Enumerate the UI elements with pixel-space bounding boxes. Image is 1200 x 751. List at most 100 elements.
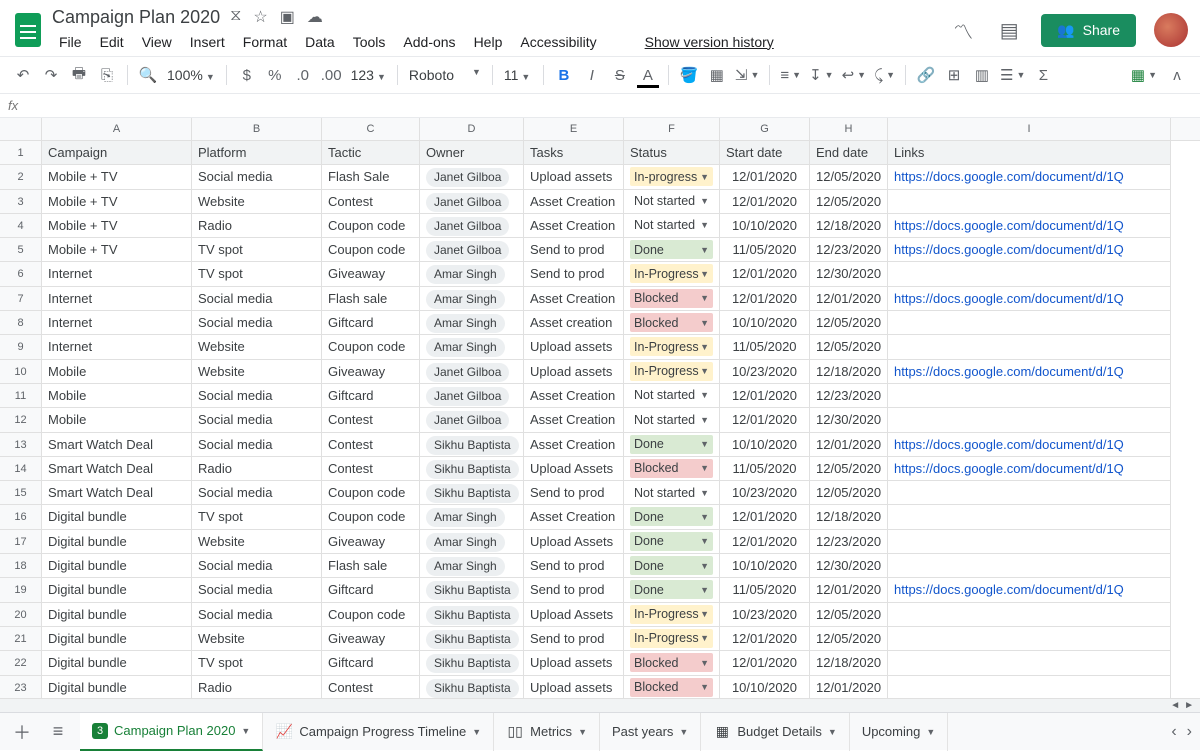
valign-button[interactable]: ↧▼ [806, 62, 837, 88]
col-header-F[interactable]: F [624, 118, 720, 140]
status-select[interactable]: Not started▼ [630, 192, 713, 211]
cell[interactable]: 12/18/2020 [810, 651, 888, 675]
cell[interactable]: Contest [322, 408, 420, 432]
cell[interactable]: Giveaway [322, 262, 420, 286]
cell[interactable]: Blocked▼ [624, 676, 720, 699]
chart-button[interactable]: ▥ [969, 62, 995, 88]
owner-chip[interactable]: Amar Singh [426, 533, 505, 552]
comment-button[interactable]: ⊞ [941, 62, 967, 88]
owner-chip[interactable]: Janet Gilboa [426, 193, 509, 212]
cell[interactable] [888, 530, 1171, 554]
status-select[interactable]: Done▼ [630, 240, 713, 259]
cell[interactable]: 12/01/2020 [720, 262, 810, 286]
cell[interactable]: Done▼ [624, 238, 720, 262]
share-button[interactable]: 👥 Share [1041, 14, 1136, 47]
cell[interactable]: Digital bundle [42, 676, 192, 699]
star-icon[interactable]: ☆ [253, 7, 267, 27]
cell[interactable]: https://docs.google.com/document/d/1Q [888, 457, 1171, 481]
cell[interactable]: Flash sale [322, 287, 420, 311]
menu-edit[interactable]: Edit [93, 30, 131, 54]
cell[interactable]: Giftcard [322, 578, 420, 602]
cell[interactable]: Sikhu Baptista [420, 676, 524, 699]
cell[interactable]: 12/01/2020 [720, 384, 810, 408]
cell[interactable]: 10/10/2020 [720, 214, 810, 238]
cell[interactable]: 10/10/2020 [720, 311, 810, 335]
cell[interactable]: In-Progress▼ [624, 262, 720, 286]
status-select[interactable]: Done▼ [630, 580, 713, 599]
cell[interactable] [888, 676, 1171, 699]
cell[interactable]: 10/23/2020 [720, 481, 810, 505]
cell[interactable]: Smart Watch Deal [42, 433, 192, 457]
menu-help[interactable]: Help [467, 30, 510, 54]
increase-decimal-button[interactable]: .00 [318, 62, 345, 88]
cell[interactable]: Amar Singh [420, 311, 524, 335]
cell[interactable]: Send to prod [524, 238, 624, 262]
cell[interactable]: Website [192, 335, 322, 359]
status-select[interactable]: Blocked▼ [630, 653, 713, 672]
row-header[interactable]: 9 [0, 335, 42, 359]
all-sheets-button[interactable]: ≡ [44, 718, 72, 746]
cell[interactable]: Asset creation [524, 311, 624, 335]
cell[interactable]: Not started▼ [624, 384, 720, 408]
fill-color-button[interactable]: 🪣 [676, 62, 702, 88]
cell[interactable]: Janet Gilboa [420, 214, 524, 238]
cell[interactable]: Upload Assets [524, 603, 624, 627]
cell[interactable]: Upload assets [524, 165, 624, 189]
row-header[interactable]: 19 [0, 578, 42, 602]
status-select[interactable]: In-Progress▼ [630, 605, 713, 624]
bold-button[interactable]: B [551, 62, 577, 88]
owner-chip[interactable]: Sikhu Baptista [426, 630, 519, 649]
status-select[interactable]: Done▼ [630, 435, 713, 454]
number-format-select[interactable]: 123▼ [347, 65, 390, 85]
add-sheet-button[interactable]: ＋ [8, 718, 36, 746]
sheet-tab[interactable]: 3Campaign Plan 2020▼ [80, 713, 263, 751]
col-header-E[interactable]: E [524, 118, 624, 140]
owner-chip[interactable]: Amar Singh [426, 314, 505, 333]
cell[interactable]: 10/10/2020 [720, 554, 810, 578]
undo-button[interactable]: ↶ [10, 62, 36, 88]
cell[interactable]: End date [810, 141, 888, 165]
italic-button[interactable]: I [579, 62, 605, 88]
sheet-next-button[interactable]: › [1187, 723, 1192, 741]
cell[interactable]: Done▼ [624, 578, 720, 602]
cell[interactable]: Mobile + TV [42, 165, 192, 189]
cell[interactable]: Status [624, 141, 720, 165]
menu-accessibility[interactable]: Accessibility [513, 30, 603, 54]
cell[interactable]: Social media [192, 311, 322, 335]
cloud-icon[interactable]: ☁ [307, 7, 323, 27]
comments-icon[interactable]: ▤ [995, 16, 1023, 44]
menu-view[interactable]: View [135, 30, 179, 54]
cell[interactable]: Radio [192, 214, 322, 238]
owner-chip[interactable]: Sikhu Baptista [426, 679, 519, 698]
decrease-decimal-button[interactable]: .0 [290, 62, 316, 88]
explore-button[interactable]: ▦▼ [1128, 62, 1160, 88]
status-select[interactable]: In-progress▼ [630, 167, 713, 186]
col-header-G[interactable]: G [720, 118, 810, 140]
status-select[interactable]: Blocked▼ [630, 289, 713, 308]
cell[interactable] [888, 311, 1171, 335]
status-select[interactable]: In-Progress▼ [630, 264, 713, 283]
cell[interactable]: 12/23/2020 [810, 384, 888, 408]
cell[interactable]: 12/05/2020 [810, 165, 888, 189]
cell[interactable]: Owner [420, 141, 524, 165]
sheet-tab[interactable]: Upcoming▼ [850, 713, 948, 751]
owner-chip[interactable]: Janet Gilboa [426, 387, 509, 406]
cell[interactable]: Amar Singh [420, 287, 524, 311]
menu-add-ons[interactable]: Add-ons [396, 30, 462, 54]
cell[interactable]: Amar Singh [420, 262, 524, 286]
sheet-tab[interactable]: 📈Campaign Progress Timeline▼ [263, 713, 494, 751]
cell[interactable]: Asset Creation [524, 505, 624, 529]
doc-title[interactable]: Campaign Plan 2020 [52, 7, 220, 28]
menu-format[interactable]: Format [236, 30, 294, 54]
cell[interactable]: 11/05/2020 [720, 335, 810, 359]
cell[interactable]: Website [192, 530, 322, 554]
row-header[interactable]: 2 [0, 165, 42, 189]
cell[interactable]: 11/05/2020 [720, 238, 810, 262]
status-select[interactable]: Done▼ [630, 507, 713, 526]
owner-chip[interactable]: Amar Singh [426, 508, 505, 527]
cell[interactable]: 12/05/2020 [810, 335, 888, 359]
cell[interactable]: 12/01/2020 [720, 530, 810, 554]
row-header[interactable]: 14 [0, 457, 42, 481]
cell[interactable]: In-Progress▼ [624, 627, 720, 651]
cell[interactable]: Asset Creation [524, 433, 624, 457]
